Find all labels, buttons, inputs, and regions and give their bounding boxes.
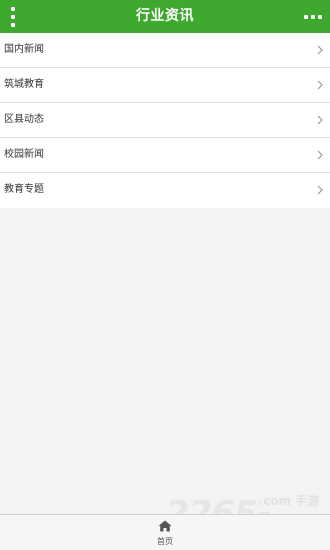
chevron-right-icon xyxy=(317,45,323,55)
chevron-right-icon xyxy=(317,150,323,160)
page-title: 行业资讯 xyxy=(136,8,194,24)
list-item-label: 校园新闻 xyxy=(4,149,44,160)
list-item[interactable]: 国内新闻 xyxy=(0,33,330,68)
chevron-right-icon xyxy=(317,80,323,90)
chevron-right-icon xyxy=(317,115,323,125)
home-nav-button[interactable]: 首页 xyxy=(150,518,180,548)
category-list: 国内新闻 筑城教育 区县动态 校园新闻 教育专题 xyxy=(0,33,330,208)
home-icon xyxy=(158,520,172,532)
list-item[interactable]: 教育专题 xyxy=(0,173,330,208)
list-item-label: 筑城教育 xyxy=(4,79,44,90)
list-item-label: 国内新闻 xyxy=(4,44,44,55)
list-item-label: 区县动态 xyxy=(4,114,44,125)
list-item[interactable]: 区县动态 xyxy=(0,103,330,138)
bottom-nav: 首页 xyxy=(0,514,330,550)
more-options-icon[interactable] xyxy=(304,14,322,19)
list-item[interactable]: 校园新闻 xyxy=(0,138,330,173)
top-bar: 行业资讯 xyxy=(0,0,330,33)
list-item[interactable]: 筑城教育 xyxy=(0,68,330,103)
list-item-label: 教育专题 xyxy=(4,184,44,195)
home-nav-label: 首页 xyxy=(157,537,173,546)
chevron-right-icon xyxy=(317,185,323,195)
